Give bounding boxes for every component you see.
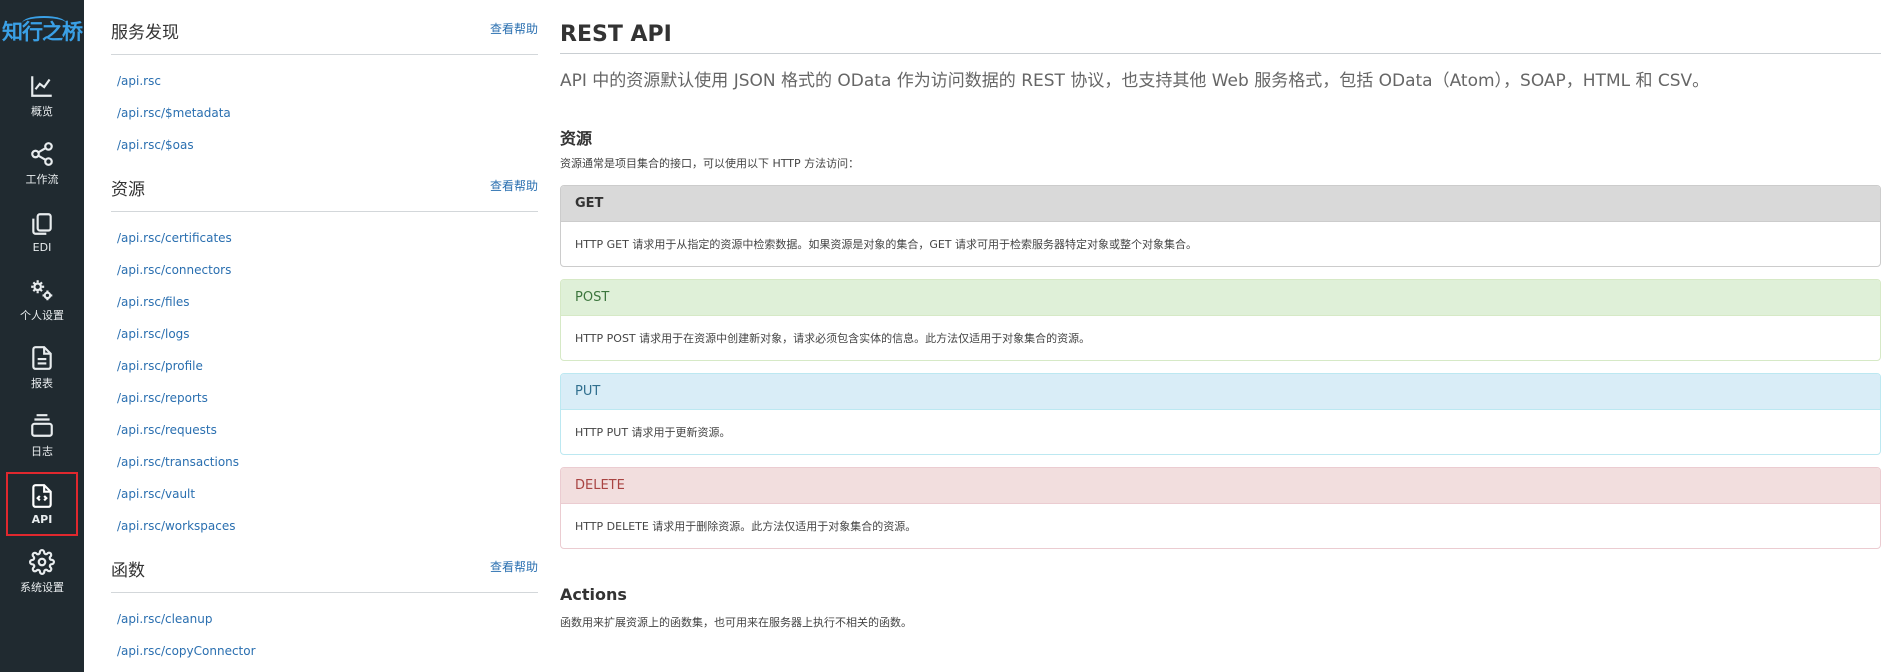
nav-item-logs[interactable]: 日志 [0,402,84,470]
nav-label: 报表 [31,377,53,390]
api-link[interactable]: /api.rsc/requests [117,423,217,437]
nav-item-api[interactable]: API [0,470,84,538]
list-item: /api.rsc/connectors [117,254,538,286]
nav-label: API [31,512,53,526]
api-link[interactable]: /api.rsc/vault [117,487,195,501]
nav-item-edi[interactable]: EDI [0,198,84,266]
method-panel-post: POST HTTP POST 请求用于在资源中创建新对象，请求必须包含实体的信息… [560,279,1881,361]
list-item: /api.rsc/logs [117,318,538,350]
logo[interactable]: 知行之桥 [0,0,84,62]
list-item: /api.rsc/files [117,286,538,318]
nav-label: 概览 [31,105,53,118]
api-link[interactable]: /api.rsc [117,74,161,88]
method-panel-put: PUT HTTP PUT 请求用于更新资源。 [560,373,1881,455]
nav-label: EDI [32,240,52,254]
list-item: /api.rsc/$metadata [117,97,538,129]
list-item: /api.rsc/profile [117,350,538,382]
help-link[interactable]: 查看帮助 [490,177,538,194]
method-description: HTTP PUT 请求用于更新资源。 [575,426,731,439]
nav-label: 系统设置 [20,581,64,594]
nav-label: 工作流 [25,173,59,186]
section-title: 资源 [111,180,145,200]
link-list-discovery: /api.rsc /api.rsc/$metadata /api.rsc/$oa… [111,55,538,161]
api-links-panel: 服务发现 查看帮助 /api.rsc /api.rsc/$metadata /a… [84,0,538,672]
resources-heading: 资源 [560,129,593,148]
active-indicator: API [6,472,78,536]
api-link[interactable]: /api.rsc/files [117,295,190,309]
page-intro: API 中的资源默认使用 JSON 格式的 OData 作为访问数据的 REST… [560,71,1710,91]
help-link[interactable]: 查看帮助 [490,558,538,575]
list-item: /api.rsc/vault [117,478,538,510]
share-nodes-icon [29,141,55,167]
list-item: /api.rsc/transactions [117,446,538,478]
resources-description: 资源通常是项目集合的接口，可以使用以下 HTTP 方法访问： [560,157,860,170]
list-item: /api.rsc/certificates [117,222,538,254]
api-link[interactable]: /api.rsc/transactions [117,455,239,469]
api-link[interactable]: /api.rsc/reports [117,391,208,405]
nav-item-overview[interactable]: 概览 [0,62,84,130]
list-item: /api.rsc [117,65,538,97]
nav-item-reports[interactable]: 报表 [0,334,84,402]
api-link[interactable]: /api.rsc/$oas [117,138,194,152]
method-name: PUT [561,374,1880,410]
list-item: /api.rsc/workspaces [117,510,538,542]
nav-label: 日志 [31,445,53,458]
method-panel-delete: DELETE HTTP DELETE 请求用于删除资源。此方法仅适用于对象集合的… [560,467,1881,549]
list-item: /api.rsc/requests [117,414,538,446]
api-link[interactable]: /api.rsc/workspaces [117,519,235,533]
section-header-resources: 资源 查看帮助 [111,175,538,212]
nav-item-personal-settings[interactable]: 个人设置 [0,266,84,334]
list-item: /api.rsc/$oas [117,129,538,161]
list-item: /api.rsc/cleanup [117,603,538,635]
api-link[interactable]: /api.rsc/copyConnector [117,644,256,658]
api-link[interactable]: /api.rsc/$metadata [117,106,231,120]
method-name: DELETE [561,468,1880,504]
section-title: 函数 [111,561,145,581]
page-title: REST API [560,22,1881,54]
method-description: HTTP DELETE 请求用于删除资源。此方法仅适用于对象集合的资源。 [575,520,917,533]
method-name: POST [561,280,1880,316]
link-list-resources: /api.rsc/certificates /api.rsc/connector… [111,212,538,542]
sidebar: 知行之桥 概览 工作流 EDI 个人设置 报表 日志 API 系统设置 [0,0,84,672]
api-link[interactable]: /api.rsc/certificates [117,231,232,245]
copy-files-icon [29,211,55,237]
gear-icon [29,549,55,575]
gears-icon [29,277,55,303]
actions-description: 函数用来扩展资源上的函数集，也可用来在服务器上执行不相关的函数。 [560,616,912,629]
list-item: /api.rsc/reports [117,382,538,414]
list-item: /api.rsc/copyConnector [117,635,538,667]
nav-item-workflow[interactable]: 工作流 [0,130,84,198]
method-description: HTTP GET 请求用于从指定的资源中检索数据。如果资源是对象的集合，GET … [575,238,1198,251]
api-link[interactable]: /api.rsc/cleanup [117,612,212,626]
document-icon [29,345,55,371]
section-title: 服务发现 [111,23,179,43]
method-name: GET [561,186,1880,222]
link-list-functions: /api.rsc/cleanup /api.rsc/copyConnector [111,593,538,667]
api-link[interactable]: /api.rsc/profile [117,359,203,373]
chart-line-icon [29,73,55,99]
help-link[interactable]: 查看帮助 [490,20,538,37]
nav-item-system-settings[interactable]: 系统设置 [0,538,84,606]
layers-icon [29,413,55,439]
section-header-discovery: 服务发现 查看帮助 [111,18,538,55]
api-link[interactable]: /api.rsc/connectors [117,263,231,277]
app-root: 知行之桥 概览 工作流 EDI 个人设置 报表 日志 API 系统设置 服务发现… [0,0,1904,672]
section-header-functions: 函数 查看帮助 [111,556,538,593]
main-content: REST API API 中的资源默认使用 JSON 格式的 OData 作为访… [538,0,1904,672]
actions-heading: Actions [560,585,627,604]
method-panel-get: GET HTTP GET 请求用于从指定的资源中检索数据。如果资源是对象的集合，… [560,185,1881,267]
api-file-icon [29,483,55,509]
method-description: HTTP POST 请求用于在资源中创建新对象，请求必须包含实体的信息。此方法仅… [575,332,1091,345]
api-link[interactable]: /api.rsc/logs [117,327,190,341]
nav-label: 个人设置 [20,309,64,322]
